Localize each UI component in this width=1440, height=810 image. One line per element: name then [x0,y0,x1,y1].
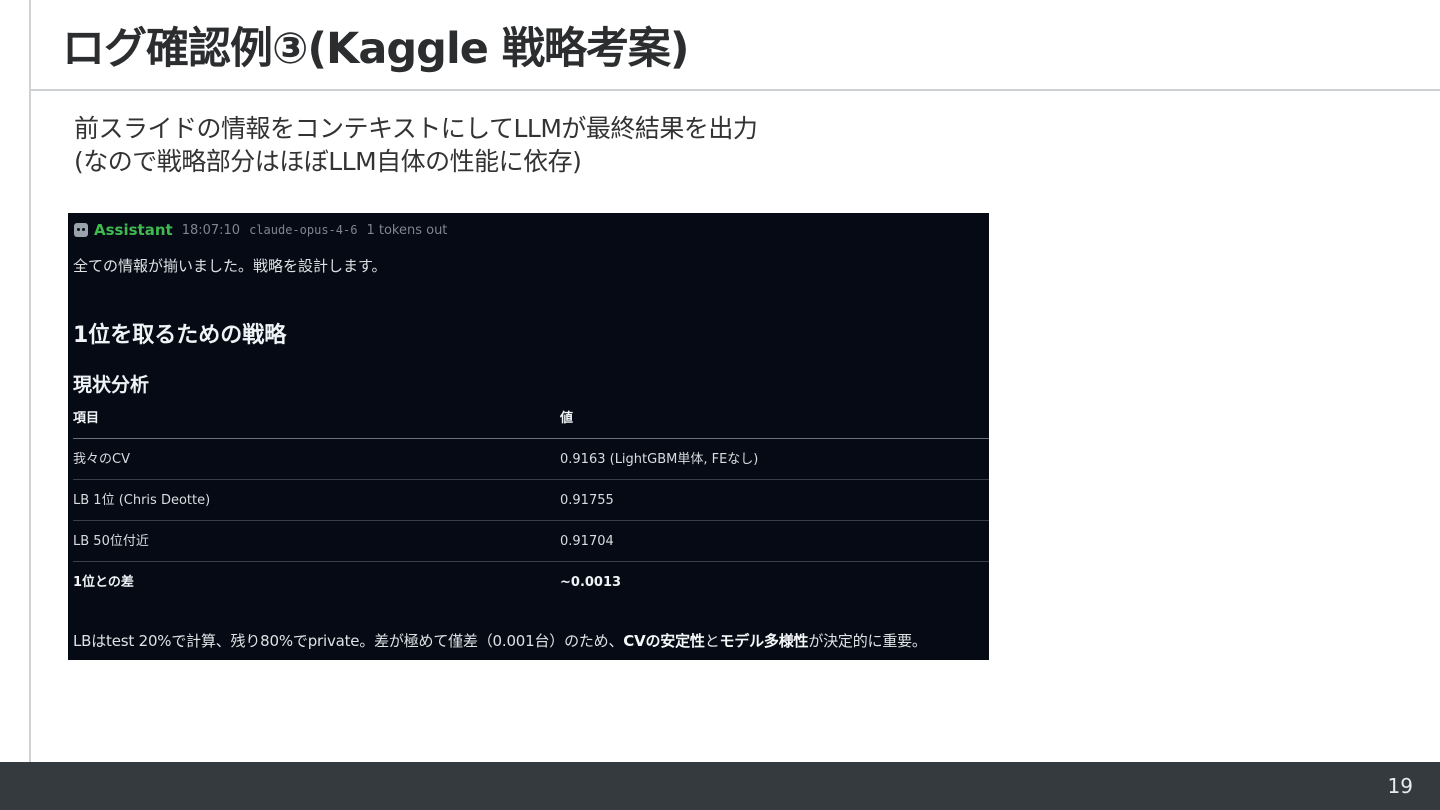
note-text: と [704,632,720,650]
intro-text: 全ての情報が揃いました。戦略を設計します。 [73,257,387,275]
timestamp: 18:07:10 [181,222,241,238]
subtitle-line-2: (なので戦略部分はほぼLLM自体の性能に依存) [74,147,582,176]
assistant-log-screenshot: Assistant 18:07:10 claude-opus-4-6 1 tok… [68,213,989,660]
slide-footer: 19 [0,762,1440,810]
table-row: 我々のCV 0.9163 (LightGBM単体, FEなし) [73,439,989,480]
robot-icon [74,223,88,237]
slide-title: ログ確認例③(Kaggle 戦略考案) [62,24,689,74]
note-emphasis: モデル多様性 [719,632,809,650]
strategy-heading: 1位を取るための戦略 [73,323,287,348]
slide-subtitle: 前スライドの情報をコンテキストにしてLLMが最終結果を出力 (なので戦略部分はほ… [74,112,758,178]
left-divider [29,0,31,762]
table-cell: 0.91755 [560,493,614,508]
table-cell: ~0.0013 [560,575,622,590]
table-row: LB 1位 (Chris Deotte) 0.91755 [73,480,989,521]
page-number: 19 [1387,774,1413,798]
token-count: 1 tokens out [366,222,448,238]
table-row: LB 50位付近 0.91704 [73,521,989,562]
role-label: Assistant [94,221,173,239]
note-emphasis: CVの安定性 [623,632,705,650]
table-cell: 0.9163 (LightGBM単体, FEなし) [560,452,759,467]
title-divider [29,89,1440,91]
message-header: Assistant 18:07:10 claude-opus-4-6 1 tok… [74,221,456,239]
table-cell: 我々のCV [73,452,130,467]
table-cell: LB 50位付近 [73,534,149,549]
table-cell: LB 1位 (Chris Deotte) [73,493,211,508]
table-header-cell: 項目 [73,411,100,426]
table-cell: 0.91704 [560,534,614,549]
table-header-cell: 値 [560,411,574,426]
analysis-subheading: 現状分析 [73,374,150,396]
table-row: 1位との差 ~0.0013 [73,562,989,603]
table-header-row: 項目 値 [73,398,989,439]
subtitle-line-1: 前スライドの情報をコンテキストにしてLLMが最終結果を出力 [74,114,758,143]
note-text: LBはtest 20%で計算、残り80%でprivate。差が極めて僅差（0.0… [73,632,624,650]
conclusion-note: LBはtest 20%で計算、残り80%でprivate。差が極めて僅差（0.0… [73,630,927,651]
note-text: が決定的に重要。 [808,632,927,650]
status-table: 項目 値 我々のCV 0.9163 (LightGBM単体, FEなし) LB … [73,398,989,603]
model-name: claude-opus-4-6 [249,223,358,237]
table-cell: 1位との差 [73,575,134,590]
